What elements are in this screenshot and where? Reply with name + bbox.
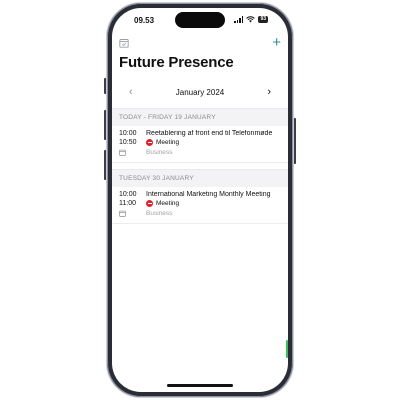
day-section-today: TODAY - FRIDAY 19 JANUARY 10:00 10:50 Re…: [112, 108, 288, 163]
event-title: Reetablering af front end til Telefonmød…: [146, 130, 273, 137]
section-heading: TODAY - FRIDAY 19 JANUARY: [112, 108, 288, 126]
month-navigator: ‹ January 2024 ›: [112, 86, 288, 99]
event-row[interactable]: 10:00 11:00 International Marketing Mont…: [112, 187, 288, 224]
event-type: Meeting: [146, 139, 179, 146]
day-section-tuesday: TUESDAY 30 JANUARY 10:00 11:00 Internati…: [112, 169, 288, 224]
cellular-signal-icon: [234, 16, 244, 23]
add-button[interactable]: +: [272, 35, 281, 50]
calendar-icon[interactable]: [119, 38, 129, 48]
home-indicator[interactable]: [167, 384, 233, 387]
month-label: January 2024: [175, 88, 225, 97]
event-category: Business: [146, 149, 173, 156]
event-end-time: 10:50: [119, 139, 137, 146]
phone-side-button: [293, 118, 296, 164]
event-type-label: Meeting: [156, 200, 180, 207]
event-title: International Marketing Monthly Meeting: [146, 191, 271, 198]
status-icons: 93: [234, 16, 268, 23]
event-type-label: Meeting: [156, 139, 180, 146]
side-indicator-light: [286, 340, 288, 358]
next-month-button[interactable]: ›: [267, 86, 271, 98]
event-type: Meeting: [146, 200, 179, 207]
calendar-icon: [119, 149, 126, 156]
section-heading: TUESDAY 30 JANUARY: [112, 169, 288, 187]
battery-indicator: 93: [258, 16, 268, 23]
event-start-time: 10:00: [119, 130, 137, 137]
status-time: 09.53: [134, 16, 155, 25]
dynamic-island: [175, 12, 225, 28]
event-start-time: 10:00: [119, 191, 137, 198]
page-title: Future Presence: [119, 54, 234, 71]
phone-screen: 09.53 93 + Future Presence ‹ January 202…: [112, 8, 288, 392]
event-end-time: 11:00: [119, 200, 136, 207]
event-row[interactable]: 10:00 10:50 Reetablering af front end ti…: [112, 126, 288, 163]
status-bar: 09.53 93: [112, 8, 288, 34]
top-toolbar: +: [112, 35, 288, 52]
event-category: Business: [146, 210, 173, 217]
do-not-disturb-icon: [146, 200, 153, 207]
calendar-icon: [119, 210, 126, 217]
wifi-icon: [246, 16, 256, 23]
do-not-disturb-icon: [146, 139, 153, 146]
